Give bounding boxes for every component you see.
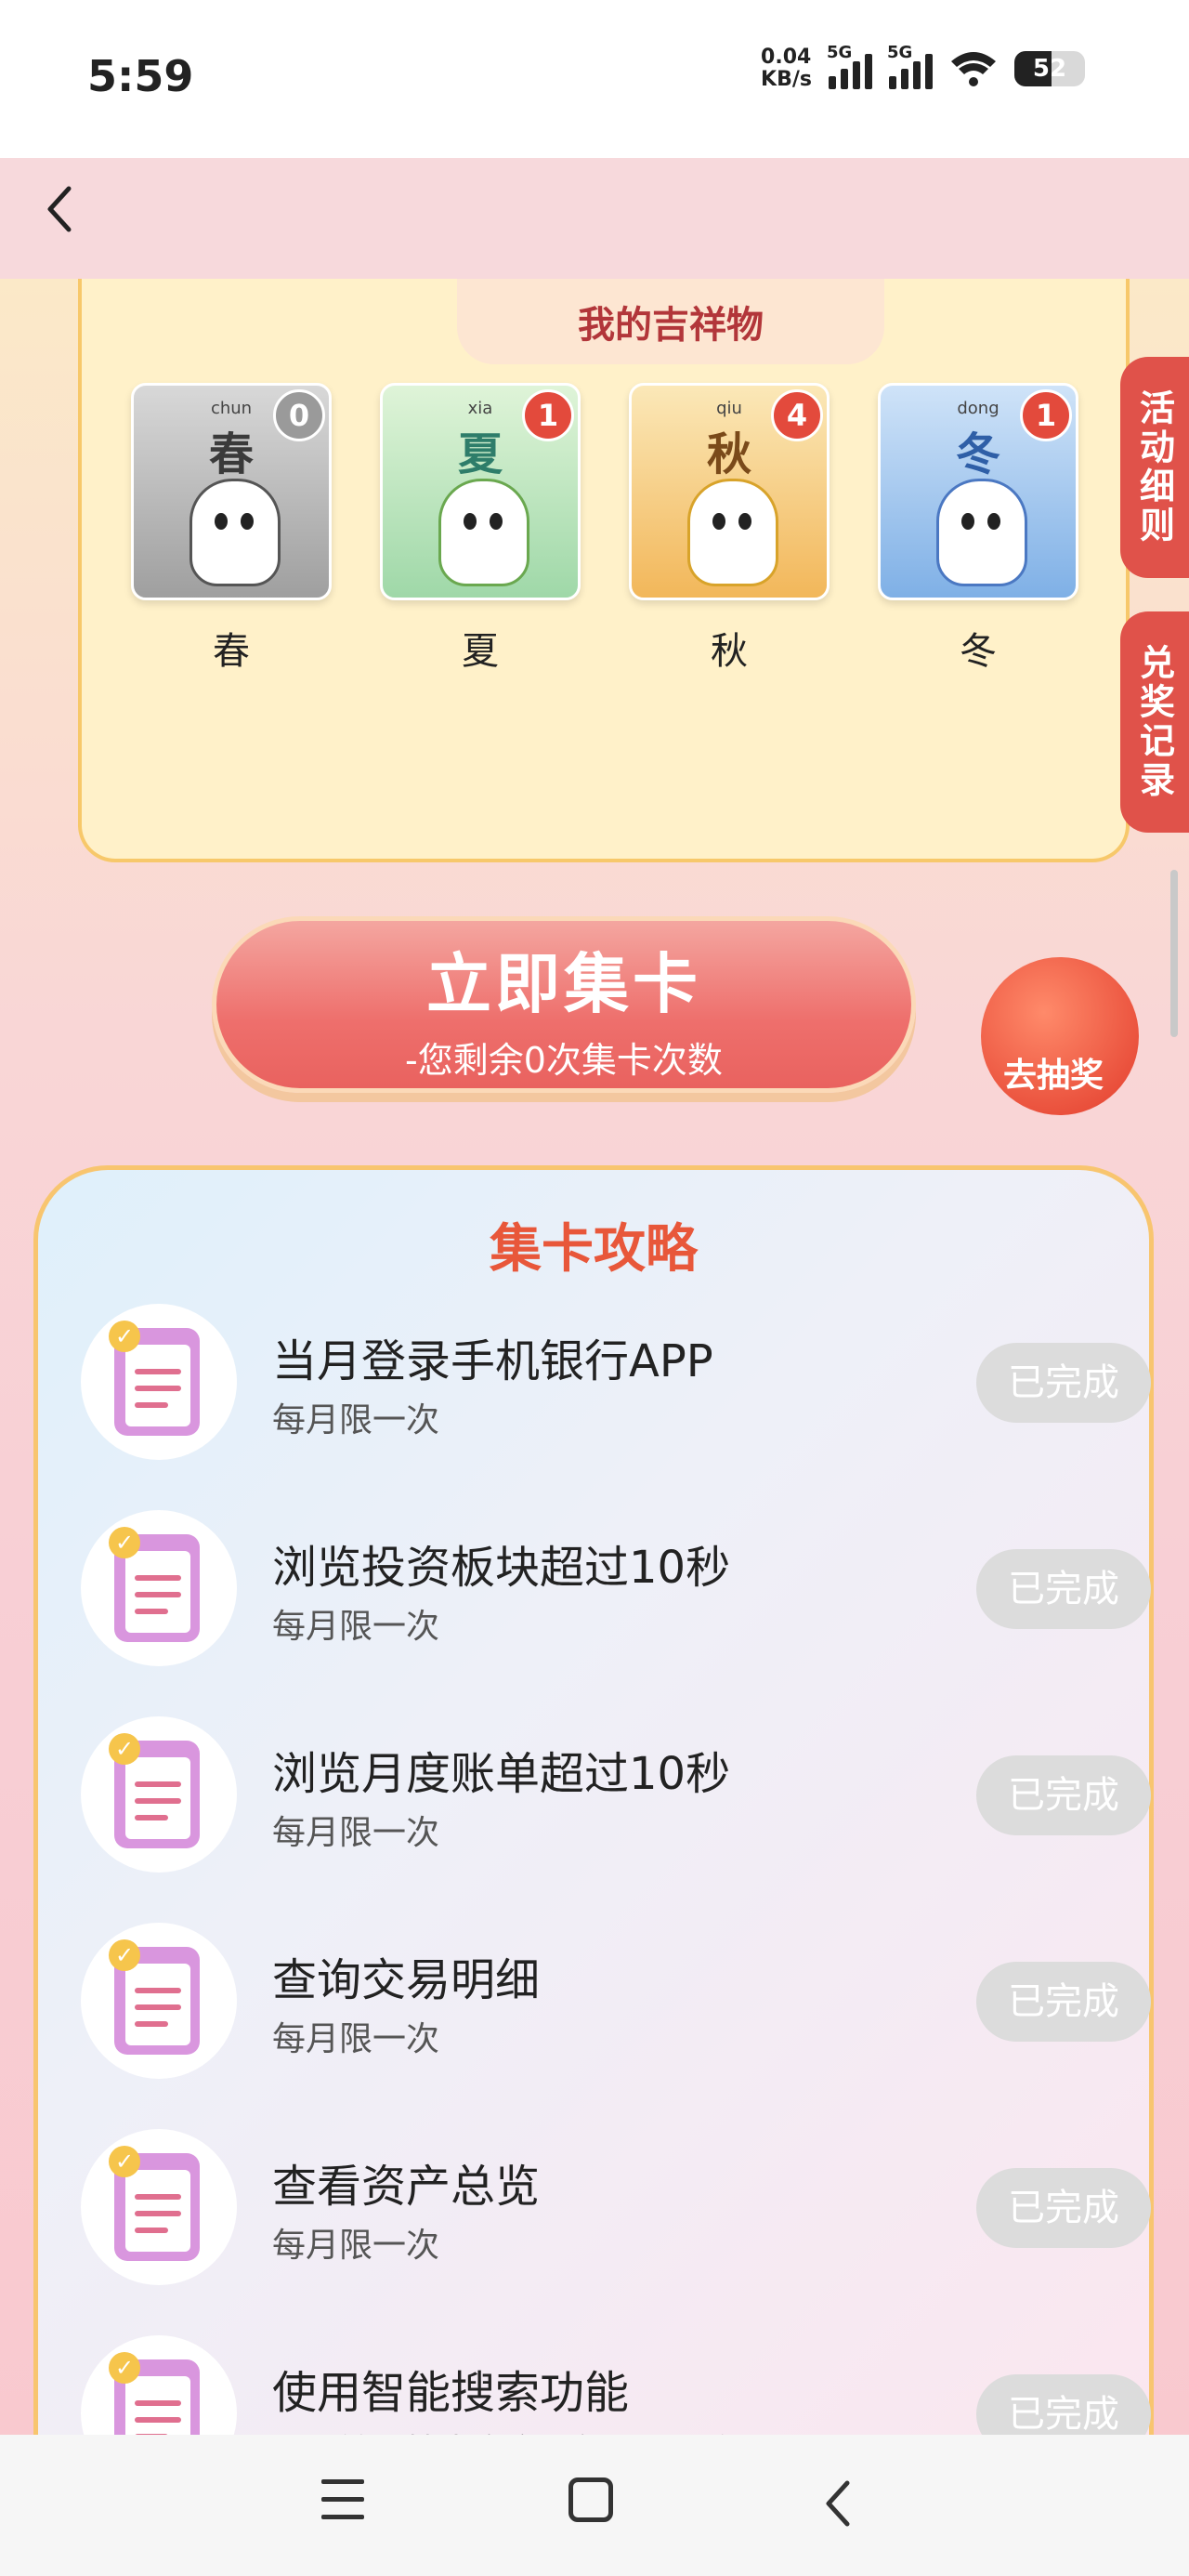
card-label: 夏: [462, 630, 499, 673]
lottery-button[interactable]: 去抽奖: [975, 911, 1152, 1115]
back-icon[interactable]: [41, 181, 78, 237]
panel-title-wrap: 我的吉祥物: [457, 279, 884, 364]
mascot-cards: chun 春 0 春 xia 夏 1 夏 qiu 秋 4 秋 dong 冬 1 …: [131, 383, 1078, 675]
card-label: 春: [213, 630, 250, 673]
status-icons: 0.04 KB/s 5G 5G 52: [761, 43, 1085, 91]
clipboard-icon: ✓: [81, 1923, 237, 2079]
collect-remaining-text: -您剩余0次集卡次数: [405, 1040, 723, 1081]
task-item: ✓ 当月登录手机银行APP 每月限一次 已完成: [81, 1304, 1151, 1471]
signal-2-type: 5G: [887, 43, 913, 62]
lottery-label: 去抽奖: [1003, 1057, 1104, 1095]
task-status-button[interactable]: 已完成: [976, 1549, 1151, 1629]
status-bar: 5:59 0.04 KB/s 5G 5G 52: [0, 0, 1189, 232]
mascot-figure: [189, 479, 281, 586]
clipboard-icon: ✓: [81, 1716, 237, 1873]
collect-card-button[interactable]: 立即集卡 -您剩余0次集卡次数: [212, 916, 916, 1093]
mascot-figure: [438, 479, 529, 586]
task-title: 浏览投资板块超过10秒: [272, 1542, 731, 1594]
task-item: ✓ 查询交易明细 每月限一次 已完成: [81, 1923, 1151, 2090]
signal-icon: 5G: [887, 43, 933, 89]
task-title: 当月登录手机银行APP: [272, 1335, 713, 1387]
records-tab[interactable]: 兑奖记录: [1120, 611, 1189, 833]
task-subtitle: 每月限一次: [272, 1814, 440, 1852]
network-speed-unit: KB/s: [761, 68, 812, 91]
network-speed: 0.04 KB/s: [761, 46, 812, 91]
collect-button-label: 立即集卡: [426, 946, 701, 1022]
task-item: ✓ 浏览月度账单超过10秒 每月限一次 已完成: [81, 1716, 1151, 1884]
card-label: 秋: [711, 630, 748, 673]
home-icon[interactable]: [568, 2477, 613, 2522]
nav-back-icon[interactable]: [819, 2476, 856, 2531]
task-subtitle: 每月限一次: [272, 2020, 440, 2058]
mascot-card-spring[interactable]: chun 春 0 春: [131, 383, 332, 675]
card-count-badge: 1: [1020, 389, 1072, 441]
task-status-button[interactable]: 已完成: [976, 2168, 1151, 2248]
menu-icon[interactable]: [321, 2479, 364, 2522]
mascot-figure: [936, 479, 1027, 586]
task-subtitle: 每月限一次: [272, 1608, 440, 1646]
task-status-button[interactable]: 已完成: [976, 1755, 1151, 1835]
task-item: ✓ 查看资产总览 每月限一次 已完成: [81, 2129, 1151, 2296]
signal-icon: 5G: [827, 43, 872, 89]
battery-icon: 52: [1014, 51, 1085, 86]
card-count-badge: 0: [273, 389, 325, 441]
wifi-icon: [951, 52, 996, 86]
network-speed-value: 0.04: [761, 46, 812, 69]
task-title: 浏览月度账单超过10秒: [272, 1748, 731, 1800]
card-label: 冬: [960, 630, 997, 673]
task-subtitle: 每月限一次: [272, 2227, 440, 2265]
task-title: 查询交易明细: [272, 1954, 541, 2006]
mascot-card-autumn[interactable]: qiu 秋 4 秋: [629, 383, 830, 675]
mascot-panel: 我的吉祥物 chun 春 0 春 xia 夏 1 夏 qiu 秋 4 秋 don…: [78, 279, 1130, 862]
guide-panel: 集卡攻略 ✓ 当月登录手机银行APP 每月限一次 已完成 ✓ 浏览投资板块超过1…: [33, 1165, 1154, 2491]
battery-level: 52: [1032, 55, 1067, 83]
clipboard-icon: ✓: [81, 1510, 237, 1666]
clipboard-icon: ✓: [81, 1304, 237, 1460]
task-title: 使用智能搜索功能: [272, 2367, 630, 2419]
card-image: qiu 秋 4: [629, 383, 830, 600]
task-title: 查看资产总览: [272, 2161, 541, 2213]
task-status-button[interactable]: 已完成: [976, 1962, 1151, 2042]
panel-title: 我的吉祥物: [578, 304, 764, 347]
scroll-indicator: [1170, 870, 1178, 1037]
task-subtitle: 每月限一次: [272, 1401, 440, 1439]
status-time: 5:59: [87, 51, 194, 101]
card-count-badge: 4: [771, 389, 823, 441]
mascot-card-winter[interactable]: dong 冬 1 冬: [878, 383, 1078, 675]
signal-1-type: 5G: [827, 43, 853, 62]
mascot-figure: [687, 479, 778, 586]
card-image: chun 春 0: [131, 383, 332, 600]
rules-tab[interactable]: 活动细则: [1120, 357, 1189, 578]
mascot-card-summer[interactable]: xia 夏 1 夏: [380, 383, 581, 675]
task-status-button[interactable]: 已完成: [976, 1343, 1151, 1423]
card-image: xia 夏 1: [380, 383, 581, 600]
task-item: ✓ 浏览投资板块超过10秒 每月限一次 已完成: [81, 1510, 1151, 1677]
clipboard-icon: ✓: [81, 2129, 237, 2285]
system-nav-bar: [0, 2435, 1189, 2576]
guide-title: 集卡攻略: [490, 1219, 698, 1280]
card-image: dong 冬 1: [878, 383, 1078, 600]
card-count-badge: 1: [522, 389, 574, 441]
